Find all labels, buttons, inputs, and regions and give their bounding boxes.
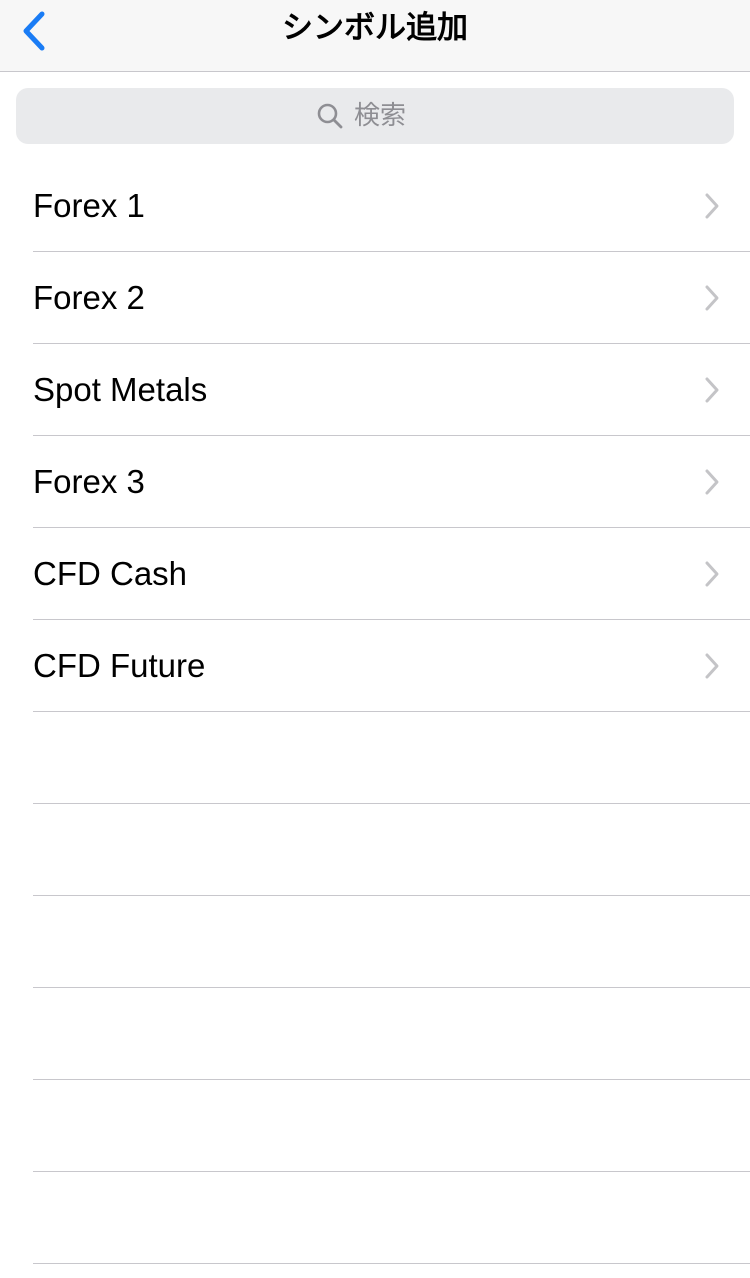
list-item-forex-2[interactable]: Forex 2 (0, 252, 750, 344)
search-input[interactable] (354, 101, 434, 131)
row-divider (33, 1263, 750, 1264)
empty-row (0, 1172, 750, 1264)
chevron-right-icon (705, 469, 719, 495)
search-bar[interactable] (16, 88, 734, 144)
list-item-label: CFD Future (33, 647, 206, 684)
chevron-right-icon (705, 285, 719, 311)
list-item-label: Forex 1 (33, 187, 145, 224)
chevron-right-icon (705, 561, 719, 587)
search-icon (317, 103, 343, 129)
list-item-label: Spot Metals (33, 371, 208, 408)
list-item-label: Forex 2 (33, 279, 145, 316)
chevron-right-icon (705, 193, 719, 219)
symbol-group-list: Forex 1 Forex 2 Spot Metals Forex 3 CFD … (0, 160, 750, 1264)
empty-row (0, 988, 750, 1080)
empty-row (0, 804, 750, 896)
empty-row (0, 712, 750, 804)
list-item-cfd-future[interactable]: CFD Future (0, 620, 750, 712)
chevron-right-icon (705, 377, 719, 403)
list-item-label: CFD Cash (33, 555, 188, 592)
list-item-forex-3[interactable]: Forex 3 (0, 436, 750, 528)
navigation-bar: シンボル追加 (0, 0, 750, 72)
empty-row (0, 896, 750, 988)
list-item-cfd-cash[interactable]: CFD Cash (0, 528, 750, 620)
empty-row (0, 1080, 750, 1172)
chevron-right-icon (705, 653, 719, 679)
list-item-spot-metals[interactable]: Spot Metals (0, 344, 750, 436)
list-item-forex-1[interactable]: Forex 1 (0, 160, 750, 252)
page-title: シンボル追加 (282, 10, 468, 46)
list-item-label: Forex 3 (33, 463, 145, 500)
